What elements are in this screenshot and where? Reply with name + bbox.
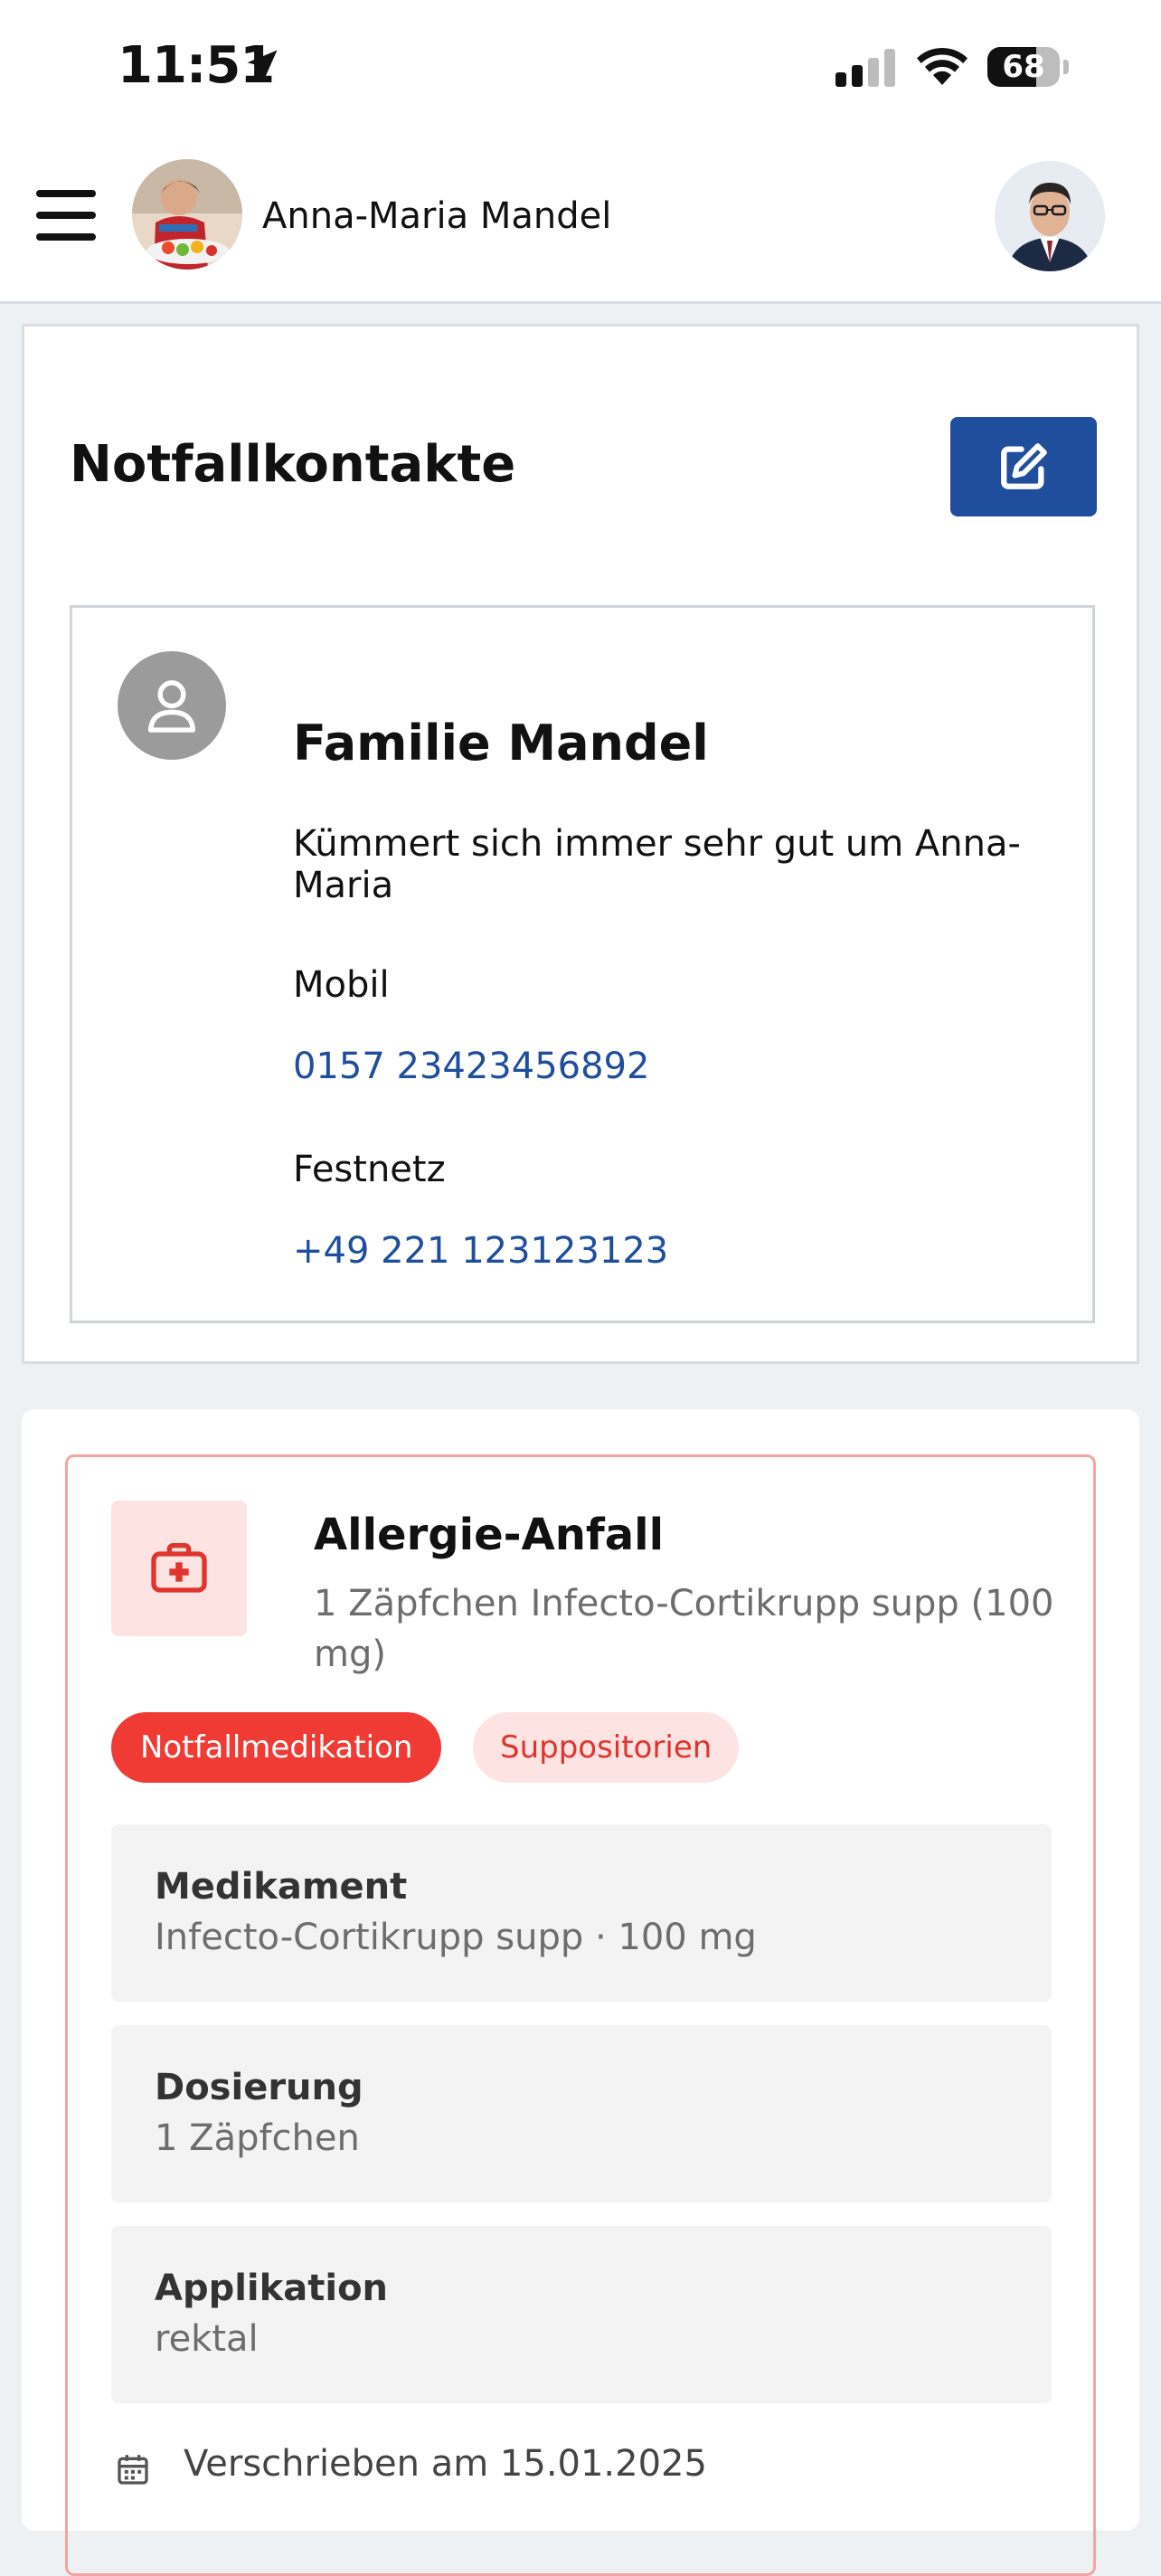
edit-icon: [1001, 443, 1047, 489]
landline-label: Festnetz: [293, 1149, 446, 1190]
app-header: Anna-Maria Mandel: [0, 136, 1161, 304]
detail-value: 1 Zäpfchen: [155, 2117, 360, 2159]
patient-avatar[interactable]: [132, 159, 242, 270]
medication-title: Allergie-Anfall: [314, 1510, 665, 1560]
hamburger-icon: [36, 190, 96, 197]
menu-button[interactable]: [36, 190, 96, 244]
medication-subtitle: 1 Zäpfchen Infecto-Cortikrupp supp (100 …: [314, 1583, 1054, 1675]
first-aid-kit-icon: [151, 1543, 207, 1593]
battery-level: 68: [1002, 49, 1045, 85]
edit-button[interactable]: [950, 417, 1097, 516]
section-title: Notfallkontakte: [70, 435, 516, 494]
battery-indicator: 68: [987, 47, 1069, 87]
emergency-medication-card: Allergie-Anfall 1 Zäpfchen Infecto-Corti…: [22, 1409, 1139, 2576]
tag-suppositories: Suppositorien: [473, 1712, 740, 1783]
person-icon: [147, 680, 196, 733]
tag-emergency-medication: Notfallmedikation: [111, 1712, 442, 1783]
prescription-date: Verschrieben am 15.01.2025: [184, 2443, 707, 2485]
mobile-label: Mobil: [293, 964, 390, 1006]
wifi-icon: [917, 47, 968, 85]
contact-avatar: [118, 651, 226, 760]
user-avatar[interactable]: [995, 161, 1105, 271]
detail-value: rektal: [155, 2318, 259, 2360]
detail-value: Infecto-Cortikrupp supp · 100 mg: [155, 1917, 757, 1958]
detail-row-application: Applikation rektal: [111, 2226, 1052, 2403]
calendar-icon: [118, 2455, 148, 2485]
detail-label: Applikation: [155, 2268, 389, 2309]
location-arrow-icon: [247, 50, 278, 80]
contact-entry: Familie Mandel Kümmert sich immer sehr g…: [70, 605, 1095, 1323]
patient-name: Anna-Maria Mandel: [262, 195, 612, 237]
contact-description: Kümmert sich immer sehr gut um Anna-Mari…: [293, 823, 1021, 906]
medication-icon-box: [111, 1501, 247, 1636]
cellular-signal-icon: [835, 49, 895, 87]
mobile-number-link[interactable]: 0157 23423456892: [293, 1046, 649, 1087]
emergency-contacts-card: Notfallkontakte Familie Mandel Kümmert s…: [22, 324, 1139, 1364]
detail-label: Dosierung: [155, 2067, 363, 2108]
detail-row-medication: Medikament Infecto-Cortikrupp supp · 100…: [111, 1824, 1052, 2002]
medication-entry[interactable]: Allergie-Anfall 1 Zäpfchen Infecto-Corti…: [65, 1454, 1096, 2576]
contact-name: Familie Mandel: [293, 715, 709, 772]
detail-label: Medikament: [155, 1866, 408, 1908]
status-bar: 11:51 68: [0, 0, 1161, 136]
detail-row-dosage: Dosierung 1 Zäpfchen: [111, 2025, 1052, 2202]
landline-number-link[interactable]: +49 221 123123123: [293, 1230, 668, 1272]
